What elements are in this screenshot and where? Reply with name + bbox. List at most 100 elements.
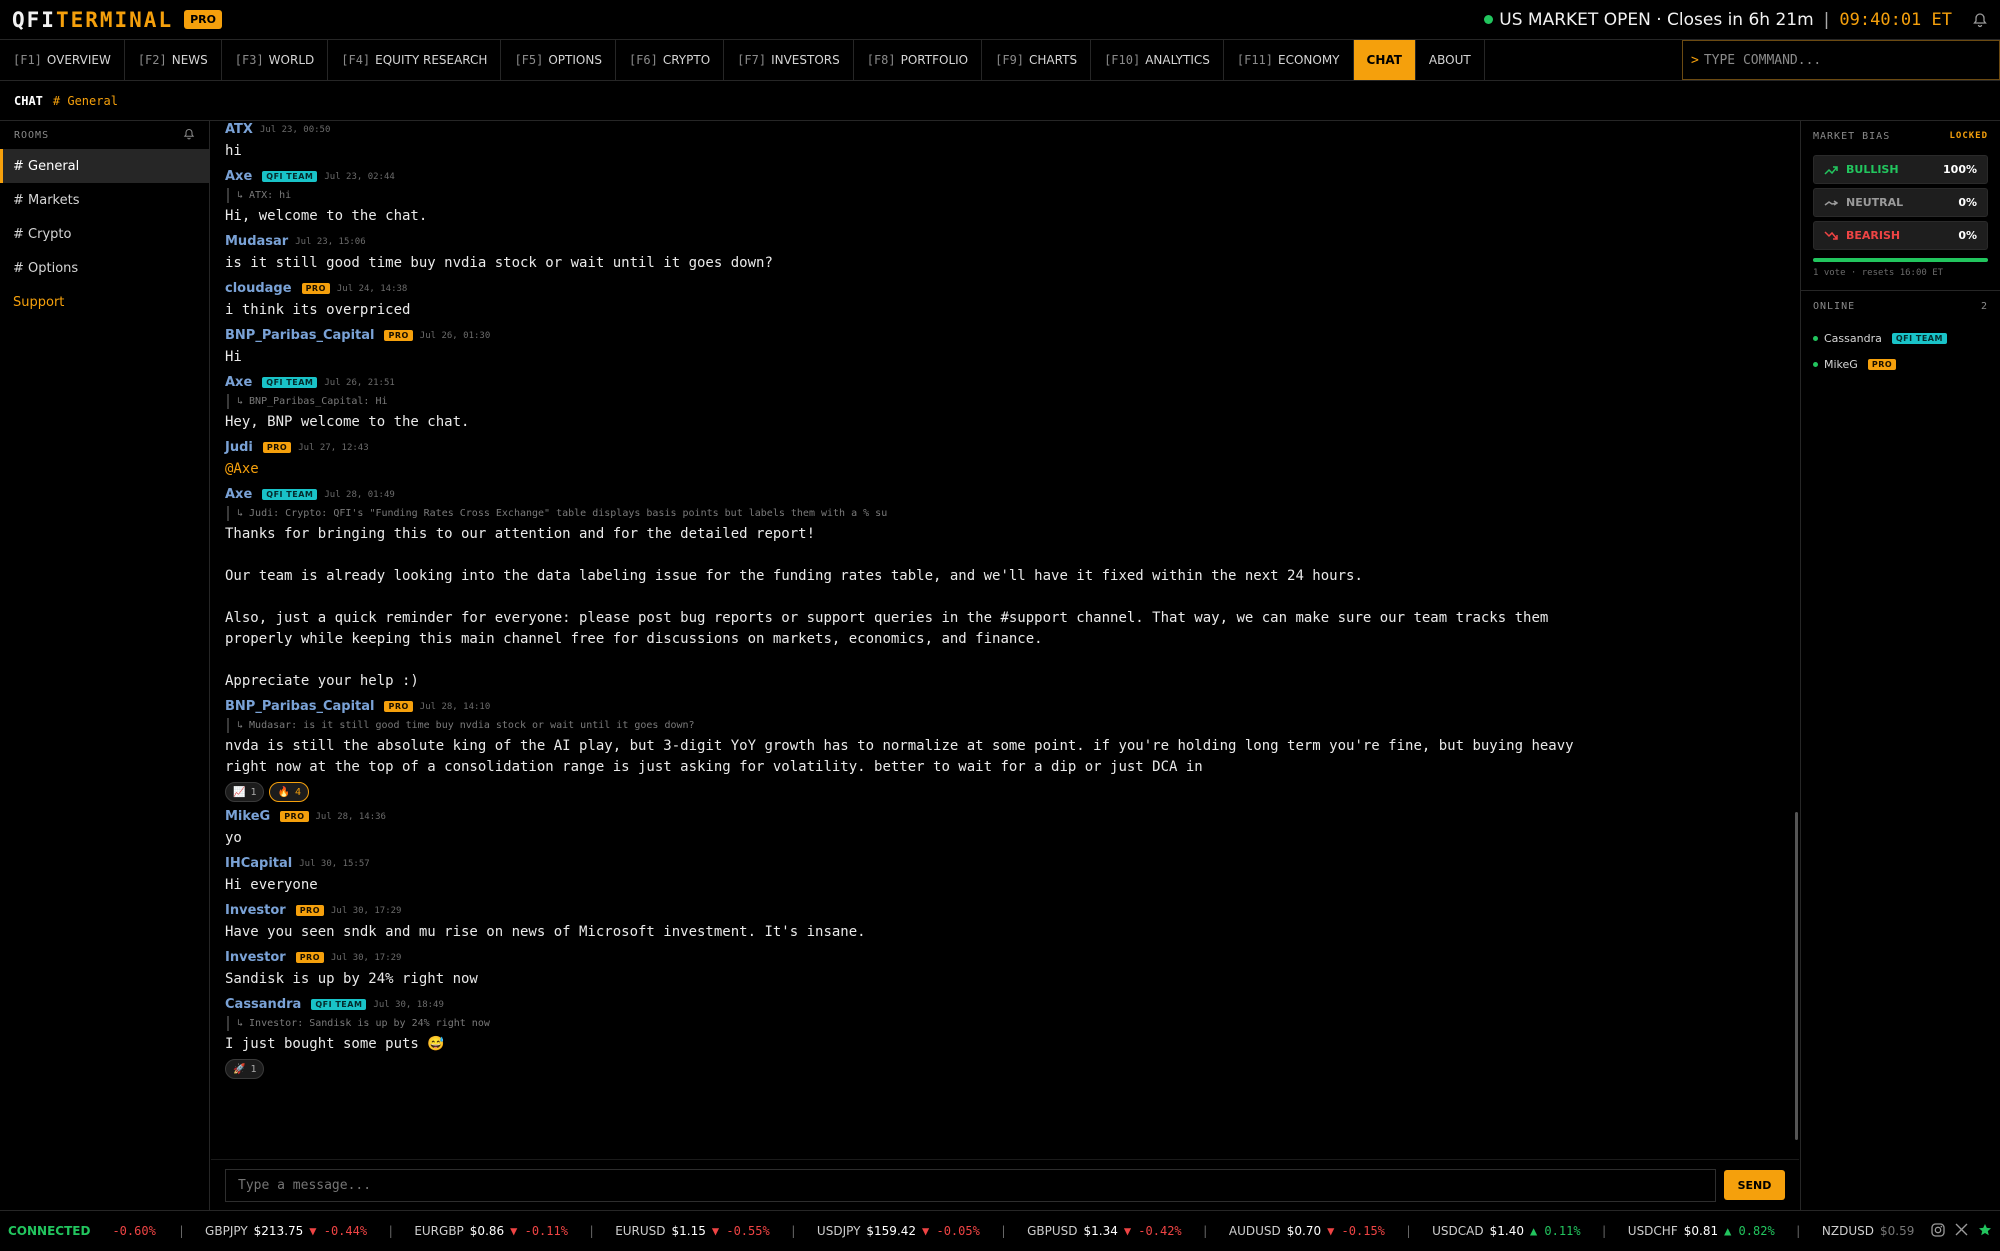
bias-neutral-button[interactable]: NEUTRAL 0%: [1813, 188, 1988, 217]
message-username[interactable]: MikeG: [225, 809, 270, 824]
ticker-separator: |: [789, 1224, 797, 1238]
connection-status: CONNECTED: [8, 1224, 91, 1238]
reaction-chip[interactable]: 🚀 1: [225, 1059, 265, 1079]
room-item-support[interactable]: Support: [0, 285, 209, 319]
user-role-badge: PRO: [295, 952, 325, 963]
room-item-general[interactable]: # General: [0, 149, 209, 183]
tab-analytics[interactable]: [F10] ANALYTICS: [1091, 40, 1224, 80]
ticker-item[interactable]: USDJPY $159.42 ▼ -0.05%: [817, 1224, 980, 1238]
tab-crypto[interactable]: [F6] CRYPTO: [616, 40, 725, 80]
rooms-bell-icon[interactable]: [183, 128, 195, 143]
reply-quote[interactable]: ↳ Mudasar: is it still good time buy nvd…: [227, 718, 1785, 733]
message-input[interactable]: [225, 1168, 1716, 1202]
tab-charts[interactable]: [F9] CHARTS: [982, 40, 1092, 80]
message-username[interactable]: Axe: [225, 487, 252, 502]
tab-world[interactable]: [F3] WORLD: [222, 40, 329, 80]
tab-chat[interactable]: CHAT: [1353, 40, 1416, 80]
ticker-separator: |: [999, 1224, 1008, 1238]
room-item-markets[interactable]: # Markets: [0, 183, 209, 217]
message-username[interactable]: ATX: [225, 122, 253, 137]
breadcrumb: CHAT # General: [0, 81, 2000, 121]
tab-overview[interactable]: [F1] OVERVIEW: [0, 40, 125, 80]
ticker-lead-change: -0.60%: [112, 1224, 156, 1238]
message-username[interactable]: Cassandra: [225, 997, 301, 1012]
message-username[interactable]: Axe: [225, 169, 252, 184]
message-timestamp: Jul 28, 01:49: [324, 489, 395, 500]
chat-scrollbar[interactable]: [1795, 812, 1798, 1140]
reply-quote[interactable]: ↳ Judi: Crypto: QFI's "Funding Rates Cro…: [227, 506, 1785, 521]
message-username[interactable]: BNP_Paribas_Capital: [225, 328, 374, 343]
ticker-item[interactable]: GBPUSD $1.34 ▼ -0.42%: [1027, 1224, 1182, 1238]
message-username[interactable]: Investor: [225, 950, 286, 965]
tab-about[interactable]: ABOUT: [1416, 40, 1485, 80]
rooms-title: ROOMS: [14, 129, 50, 141]
ticker-separator: |: [1600, 1224, 1608, 1238]
ticker-item[interactable]: EURGBP $0.86 ▼ -0.11%: [414, 1224, 568, 1238]
online-user[interactable]: MikeG PRO: [1801, 351, 2000, 377]
send-button[interactable]: SEND: [1724, 1170, 1785, 1200]
neutral-pct: 0%: [1958, 196, 1977, 209]
bias-bullish-button[interactable]: BULLISH 100%: [1813, 155, 1988, 184]
ticker-item[interactable]: AUDUSD $0.70 ▼ -0.15%: [1229, 1224, 1385, 1238]
instagram-icon[interactable]: [1931, 1222, 1945, 1240]
online-title: ONLINE: [1813, 300, 1856, 312]
ticker-change: ▼ -0.15%: [1327, 1224, 1385, 1238]
ticker-change: ▲ 0.82%: [1724, 1224, 1775, 1238]
message-username[interactable]: cloudage: [225, 281, 292, 296]
tab-label: ANALYTICS: [1145, 53, 1210, 67]
x-twitter-icon[interactable]: [1955, 1223, 1968, 1239]
message-body: is it still good time buy nvdia stock or…: [225, 255, 773, 271]
tab-portfolio[interactable]: [F8] PORTFOLIO: [854, 40, 983, 80]
tab-label: CHARTS: [1029, 53, 1078, 67]
notifications-bell-icon[interactable]: [1972, 12, 1988, 28]
reaction-chip[interactable]: 🔥 4: [269, 782, 309, 802]
message-username[interactable]: Judi: [225, 440, 253, 455]
message-username[interactable]: IHCapital: [225, 856, 292, 871]
message-header: MikeG PRO Jul 28, 14:36: [225, 808, 1785, 825]
tab-options[interactable]: [F5] OPTIONS: [501, 40, 616, 80]
tab-economy[interactable]: [F11] ECONOMY: [1224, 40, 1354, 80]
message-username[interactable]: BNP_Paribas_Capital: [225, 699, 374, 714]
ticker-item[interactable]: USDCAD $1.40 ▲ 0.11%: [1432, 1224, 1580, 1238]
tab-key-label: [F8]: [866, 53, 896, 67]
message-username[interactable]: Mudasar: [225, 234, 288, 249]
reply-quote[interactable]: ↳ ATX: hi: [227, 188, 1785, 203]
user-role-badge: QFI TEAM: [262, 377, 318, 388]
user-role-badge: QFI TEAM: [262, 171, 318, 182]
ticker-item[interactable]: GBPJPY $213.75 ▼ -0.44%: [205, 1224, 367, 1238]
market-status-text: US MARKET OPEN · Closes in 6h 21m: [1499, 9, 1814, 30]
tab-label: WORLD: [268, 53, 315, 67]
tab-news[interactable]: [F2] NEWS: [125, 40, 222, 80]
tab-investors[interactable]: [F7] INVESTORS: [724, 40, 854, 80]
chat-message: cloudage PRO Jul 24, 14:38 i think its over…: [225, 280, 1785, 321]
command-input[interactable]: > TYPE COMMAND...: [1682, 40, 2000, 80]
ticker-item[interactable]: NZDUSD $0.59: [1822, 1224, 1920, 1238]
ticker-price: $159.42: [866, 1224, 917, 1238]
message-timestamp: Jul 28, 14:36: [315, 811, 386, 822]
tab-equity-research[interactable]: [F4] EQUITY RESEARCH: [328, 40, 502, 80]
top-bar: QFITERMINAL PRO US MARKET OPEN · Closes …: [0, 0, 2000, 40]
message-header: BNP_Paribas_Capital PRO Jul 26, 01:30: [225, 327, 1785, 344]
online-user[interactable]: Cassandra QFI TEAM: [1801, 325, 2000, 351]
reaction-count: 4: [294, 786, 301, 798]
user-role-badge: PRO: [1867, 358, 1897, 370]
reaction-chip[interactable]: 📈 1: [225, 782, 265, 802]
tab-key-label: [F9]: [995, 53, 1025, 67]
pro-badge: PRO: [184, 10, 222, 29]
ticker-item[interactable]: EURUSD $1.15 ▼ -0.55%: [615, 1224, 770, 1238]
reply-quote[interactable]: ↳ BNP_Paribas_Capital: Hi: [227, 394, 1785, 409]
room-item-options[interactable]: # Options: [0, 251, 209, 285]
star-icon[interactable]: [1978, 1223, 1992, 1240]
status-separator: |: [1823, 9, 1830, 30]
online-username: Cassandra: [1824, 331, 1882, 345]
room-item-crypto[interactable]: # Crypto: [0, 217, 209, 251]
tab-label: OPTIONS: [548, 53, 602, 67]
bias-bearish-button[interactable]: BEARISH 0%: [1813, 221, 1988, 250]
main-nav: [F1] OVERVIEW [F2] NEWS [F3] WORLD [F4] EQUITY …: [0, 40, 2000, 81]
message-username[interactable]: Investor: [225, 903, 286, 918]
ticker-item[interactable]: USDCHF $0.81 ▲ 0.82%: [1628, 1224, 1775, 1238]
reaction-emoji: 🔥: [277, 786, 290, 798]
message-username[interactable]: Axe: [225, 375, 252, 390]
app-logo[interactable]: QFITERMINAL: [12, 8, 173, 32]
reply-quote[interactable]: ↳ Investor: Sandisk is up by 24% right n…: [227, 1016, 1785, 1031]
